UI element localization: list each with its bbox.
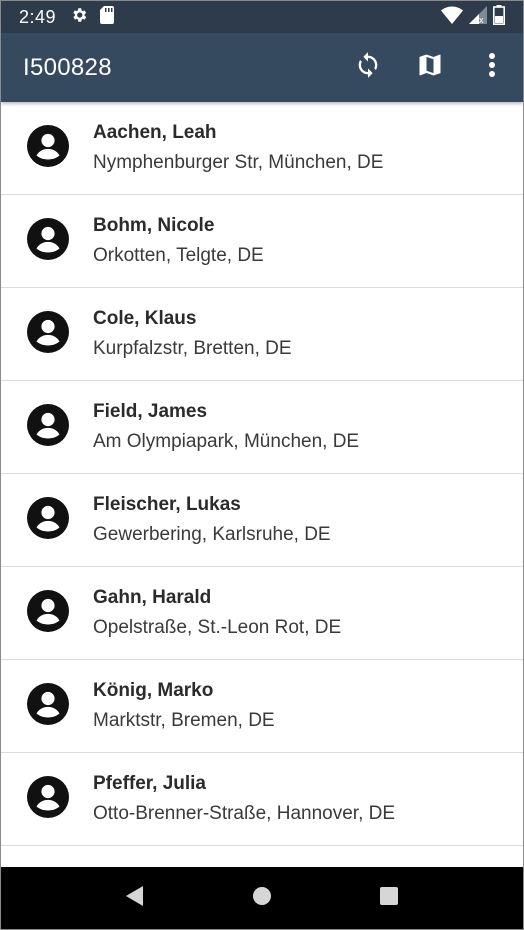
contact-address: Am Olympiapark, München, DE <box>93 431 360 452</box>
avatar <box>1 310 93 359</box>
person-icon <box>26 217 70 266</box>
recents-button[interactable] <box>364 873 414 923</box>
app-bar: I500828 <box>1 33 523 102</box>
contact-text: Aachen, Leah Nymphenburger Str, München, … <box>93 122 383 174</box>
home-icon <box>252 886 272 911</box>
contact-list-item[interactable]: Fleischer, Lukas Gewerbering, Karlsruhe, … <box>1 474 523 567</box>
contact-name: Bohm, Nicole <box>93 215 215 236</box>
navigation-bar <box>1 867 523 929</box>
contact-list-item[interactable] <box>1 846 523 869</box>
contact-list: Aachen, Leah Nymphenburger Str, München, … <box>1 102 523 869</box>
person-icon <box>26 496 70 545</box>
contact-name: Aachen, Leah <box>93 122 217 143</box>
contact-address: Marktstr, Bremen, DE <box>93 710 275 731</box>
sync-button[interactable] <box>337 33 399 102</box>
contact-name: Pfeffer, Julia <box>93 773 206 794</box>
contact-name: Gahn, Harald <box>93 587 212 608</box>
avatar <box>1 775 93 824</box>
contact-text: Fleischer, Lukas Gewerbering, Karlsruhe, … <box>93 494 331 546</box>
person-icon <box>26 310 70 359</box>
contact-name: Cole, Klaus <box>93 308 197 329</box>
signal-icon: x <box>469 5 487 29</box>
recents-icon <box>379 886 399 911</box>
battery-icon <box>493 4 505 30</box>
map-icon <box>416 51 444 84</box>
contact-list-item[interactable]: Aachen, Leah Nymphenburger Str, München, … <box>1 102 523 195</box>
contact-list-item[interactable]: Field, James Am Olympiapark, München, DE <box>1 381 523 474</box>
contact-text: Gahn, Harald Opelstraße, St.-Leon Rot, DE <box>93 587 341 639</box>
map-button[interactable] <box>399 33 461 102</box>
contact-text: Bohm, Nicole Orkotten, Telgte, DE <box>93 215 264 267</box>
avatar <box>1 403 93 452</box>
avatar <box>1 589 93 638</box>
sd-card-icon <box>100 5 115 29</box>
person-icon <box>26 124 70 173</box>
svg-text:x: x <box>479 15 484 24</box>
contact-address: Otto-Brenner-Straße, Hannover, DE <box>93 803 396 824</box>
person-icon <box>26 682 70 731</box>
more-options-button[interactable] <box>461 33 523 102</box>
contact-list-item[interactable]: Cole, Klaus Kurpfalzstr, Bretten, DE <box>1 288 523 381</box>
sync-icon <box>354 51 382 84</box>
contact-name: Fleischer, Lukas <box>93 494 241 515</box>
page-title: I500828 <box>23 53 112 81</box>
contact-address: Kurpfalzstr, Bretten, DE <box>93 338 292 359</box>
avatar <box>1 682 93 731</box>
contact-list-item[interactable]: Pfeffer, Julia Otto-Brenner-Straße, Hanno… <box>1 753 523 846</box>
contact-text: Field, James Am Olympiapark, München, DE <box>93 401 359 453</box>
contact-text: Cole, Klaus Kurpfalzstr, Bretten, DE <box>93 308 292 360</box>
contact-list-item[interactable]: König, Marko Marktstr, Bremen, DE <box>1 660 523 753</box>
status-bar: 2:49 x <box>1 1 523 33</box>
contact-text: Pfeffer, Julia Otto-Brenner-Straße, Hanno… <box>93 773 395 825</box>
avatar <box>1 124 93 173</box>
contact-address: Orkotten, Telgte, DE <box>93 245 264 266</box>
avatar <box>1 217 93 266</box>
app-window: 2:49 x I500828 Aachen, Leah Nymphenburge… <box>0 0 524 930</box>
gear-icon <box>70 6 88 29</box>
person-icon <box>26 589 70 638</box>
contact-list-item[interactable]: Gahn, Harald Opelstraße, St.-Leon Rot, DE <box>1 567 523 660</box>
avatar <box>1 496 93 545</box>
contact-list-item[interactable]: Bohm, Nicole Orkotten, Telgte, DE <box>1 195 523 288</box>
contact-address: Opelstraße, St.-Leon Rot, DE <box>93 617 342 638</box>
more-vert-icon <box>488 52 496 83</box>
contact-address: Nymphenburger Str, München, DE <box>93 152 384 173</box>
back-icon <box>125 885 145 912</box>
back-button[interactable] <box>110 873 160 923</box>
contact-name: Field, James <box>93 401 208 422</box>
person-icon <box>26 775 70 824</box>
person-icon <box>26 403 70 452</box>
contact-address: Gewerbering, Karlsruhe, DE <box>93 524 331 545</box>
contact-text: König, Marko Marktstr, Bremen, DE <box>93 680 275 732</box>
wifi-icon <box>441 6 463 29</box>
status-time: 2:49 <box>19 6 57 27</box>
home-button[interactable] <box>237 873 287 923</box>
contact-name: König, Marko <box>93 680 214 701</box>
